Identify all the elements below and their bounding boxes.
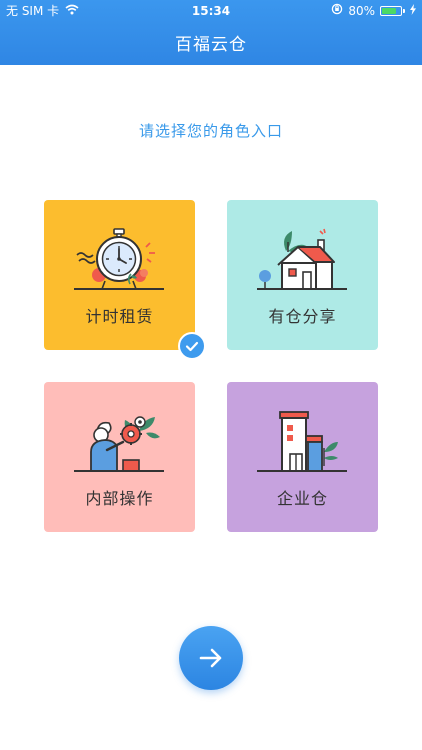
role-card-timed-rental[interactable]: 计时租赁: [44, 200, 195, 350]
top-bar: 无 SIM 卡 15:34 80% 百福云仓: [0, 0, 422, 65]
worker-gear-icon: [69, 400, 169, 475]
role-card-enterprise-warehouse[interactable]: 企业仓: [227, 382, 378, 532]
role-card-label: 有仓分享: [268, 307, 337, 326]
battery-cap: [403, 9, 405, 13]
stopwatch-icon: [69, 218, 169, 293]
page-title: 百福云仓: [175, 35, 247, 55]
battery-percent: 80%: [348, 4, 375, 18]
house-icon: [252, 218, 352, 293]
role-card-label: 内部操作: [85, 489, 154, 508]
building-icon: [252, 400, 352, 475]
role-prompt: 请选择您的角色入口: [138, 122, 283, 140]
selected-check-icon: [178, 332, 206, 360]
arrow-right-icon: [199, 648, 222, 668]
battery-icon: [380, 6, 402, 16]
status-right: 80%: [331, 0, 416, 22]
charging-icon: [410, 0, 416, 22]
role-card-label: 计时租赁: [85, 307, 154, 326]
role-card-label: 企业仓: [276, 489, 328, 508]
next-button[interactable]: [179, 626, 243, 690]
battery-level: [382, 8, 396, 14]
role-card-internal-operation[interactable]: 内部操作: [44, 382, 195, 532]
role-card-warehouse-sharing[interactable]: 有仓分享: [227, 200, 378, 350]
status-bar: 无 SIM 卡 15:34 80%: [0, 0, 422, 22]
orientation-lock-icon: [331, 0, 343, 22]
